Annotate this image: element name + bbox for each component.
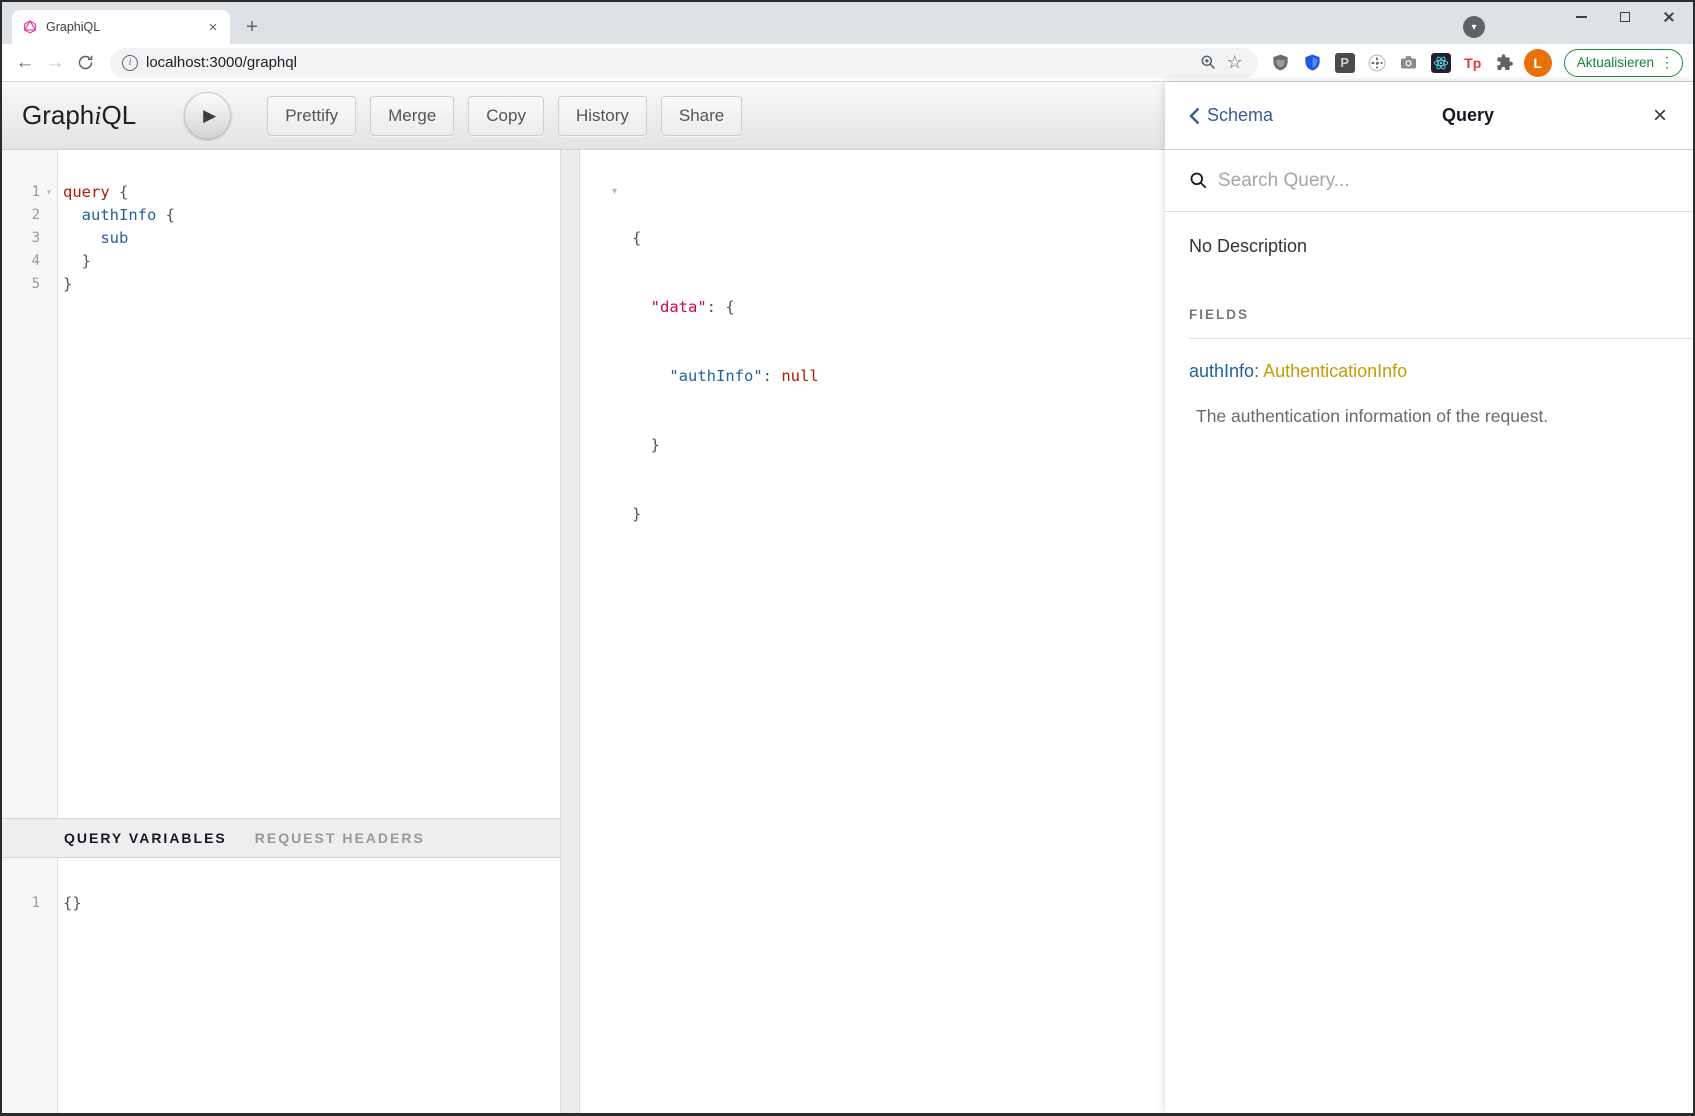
fields-section-label: FIELDS bbox=[1189, 307, 1669, 322]
extensions-row: P Tp L Aktualisieren ⋮ bbox=[1268, 49, 1683, 77]
chevron-left-icon bbox=[1189, 107, 1200, 125]
code-line: { bbox=[632, 227, 1165, 250]
extensions-puzzle-icon[interactable] bbox=[1492, 50, 1518, 76]
graphiql-app: GraphiQL ▶ Prettify Merge Copy History S… bbox=[2, 82, 1693, 1113]
tab-query-variables[interactable]: QUERY VARIABLES bbox=[64, 830, 227, 846]
search-icon bbox=[1189, 171, 1208, 190]
browser-titlebar: GraphiQL × + ▾ bbox=[2, 2, 1693, 44]
code-line: 4 } bbox=[2, 250, 560, 273]
fold-arrow-icon[interactable]: ▾ bbox=[40, 181, 58, 204]
doc-explorer: Schema Query × No Description FIELDS aut… bbox=[1165, 82, 1693, 1113]
profile-avatar[interactable]: L bbox=[1524, 49, 1552, 77]
browser-window: GraphiQL × + ▾ ← → i localhost:3000/grap… bbox=[0, 0, 1695, 1116]
tp-extension-icon[interactable]: Tp bbox=[1460, 50, 1486, 76]
prettify-button[interactable]: Prettify bbox=[267, 96, 356, 136]
crosshair-extension-icon[interactable] bbox=[1364, 50, 1390, 76]
bitwarden-extension-icon[interactable] bbox=[1300, 50, 1326, 76]
doc-explorer-body: No Description FIELDS authInfo: Authenti… bbox=[1165, 212, 1693, 451]
update-browser-button[interactable]: Aktualisieren ⋮ bbox=[1564, 49, 1683, 77]
window-controls bbox=[1559, 2, 1691, 32]
zoom-icon[interactable] bbox=[1196, 50, 1222, 76]
graphiql-toolbar: GraphiQL ▶ Prettify Merge Copy History S… bbox=[2, 82, 1165, 150]
pane-resizer[interactable] bbox=[560, 150, 580, 1113]
bookmark-star-icon[interactable]: ☆ bbox=[1222, 50, 1248, 76]
doc-explorer-header: Schema Query × bbox=[1165, 82, 1693, 150]
site-info-icon[interactable]: i bbox=[122, 55, 138, 71]
tab-title: GraphiQL bbox=[46, 20, 204, 34]
new-tab-button[interactable]: + bbox=[238, 13, 266, 41]
editor-panes: 1 ▾ query { 2 authInfo { 3 bbox=[2, 150, 1165, 1113]
code-line: 1 {} bbox=[2, 892, 560, 915]
graphiql-logo: GraphiQL bbox=[22, 100, 136, 131]
code-line: 1 ▾ query { bbox=[2, 181, 560, 204]
close-button[interactable] bbox=[1647, 2, 1691, 32]
minimize-icon bbox=[1576, 16, 1587, 18]
back-button[interactable]: ← bbox=[10, 48, 40, 78]
tab-close-icon[interactable]: × bbox=[204, 18, 222, 36]
graphiql-main: GraphiQL ▶ Prettify Merge Copy History S… bbox=[2, 82, 1165, 1113]
tab-search-caret-icon[interactable]: ▾ bbox=[1463, 16, 1485, 38]
address-bar[interactable]: i localhost:3000/graphql ☆ bbox=[110, 48, 1258, 78]
fields-divider bbox=[1189, 338, 1693, 339]
forward-button: → bbox=[40, 48, 70, 78]
copy-button[interactable]: Copy bbox=[468, 96, 544, 136]
tab-request-headers[interactable]: REQUEST HEADERS bbox=[255, 830, 425, 846]
code-line: 3 sub bbox=[2, 227, 560, 250]
browser-navbar: ← → i localhost:3000/graphql ☆ P bbox=[2, 44, 1693, 82]
maximize-button[interactable] bbox=[1603, 2, 1647, 32]
variables-editor[interactable]: 1 {} bbox=[2, 858, 560, 1113]
code-line: 2 authInfo { bbox=[2, 204, 560, 227]
url-text[interactable]: localhost:3000/graphql bbox=[146, 54, 1196, 71]
field-name-link[interactable]: authInfo bbox=[1189, 361, 1254, 381]
doc-search-input[interactable] bbox=[1218, 170, 1669, 192]
camera-extension-icon[interactable] bbox=[1396, 50, 1422, 76]
field-description: The authentication information of the re… bbox=[1189, 406, 1669, 427]
field-type-link[interactable]: AuthenticationInfo bbox=[1263, 361, 1407, 381]
query-pane: 1 ▾ query { 2 authInfo { 3 bbox=[2, 150, 560, 1113]
update-button-label: Aktualisieren bbox=[1577, 55, 1654, 70]
execute-query-button[interactable]: ▶ bbox=[184, 92, 231, 139]
query-editor[interactable]: 1 ▾ query { 2 authInfo { 3 bbox=[2, 150, 560, 818]
doc-back-label: Schema bbox=[1207, 105, 1273, 126]
code-line: "authInfo": null bbox=[632, 365, 1165, 388]
share-button[interactable]: Share bbox=[661, 96, 742, 136]
reload-icon bbox=[77, 54, 94, 71]
history-button[interactable]: History bbox=[558, 96, 647, 136]
doc-back-link[interactable]: Schema bbox=[1189, 105, 1273, 126]
doc-explorer-close-icon[interactable]: × bbox=[1653, 104, 1667, 128]
minimize-button[interactable] bbox=[1559, 2, 1603, 32]
type-description: No Description bbox=[1189, 236, 1669, 257]
maximize-icon bbox=[1620, 12, 1630, 22]
browser-tab-graphiql[interactable]: GraphiQL × bbox=[12, 10, 230, 44]
close-icon bbox=[1663, 11, 1675, 23]
react-devtools-extension-icon[interactable] bbox=[1428, 50, 1454, 76]
code-line: } bbox=[632, 503, 1165, 526]
ublock-shield-extension-icon[interactable] bbox=[1268, 50, 1294, 76]
secondary-editor-tabs: QUERY VARIABLES REQUEST HEADERS bbox=[2, 818, 560, 858]
graphql-favicon-icon bbox=[22, 19, 38, 35]
p-extension-icon[interactable]: P bbox=[1332, 50, 1358, 76]
merge-button[interactable]: Merge bbox=[370, 96, 454, 136]
browser-menu-dots-icon[interactable]: ⋮ bbox=[1660, 54, 1674, 71]
reload-button[interactable] bbox=[70, 48, 100, 78]
code-line: 5 } bbox=[2, 273, 560, 296]
play-icon: ▶ bbox=[203, 106, 216, 126]
result-viewer[interactable]: ▾ { "data": { "authInfo": null } } bbox=[580, 150, 1165, 1113]
code-line: } bbox=[632, 434, 1165, 457]
doc-search-row bbox=[1165, 150, 1693, 212]
code-line: "data": { bbox=[632, 296, 1165, 319]
doc-explorer-title: Query bbox=[1273, 105, 1653, 126]
field-row: authInfo: AuthenticationInfo bbox=[1189, 361, 1669, 382]
